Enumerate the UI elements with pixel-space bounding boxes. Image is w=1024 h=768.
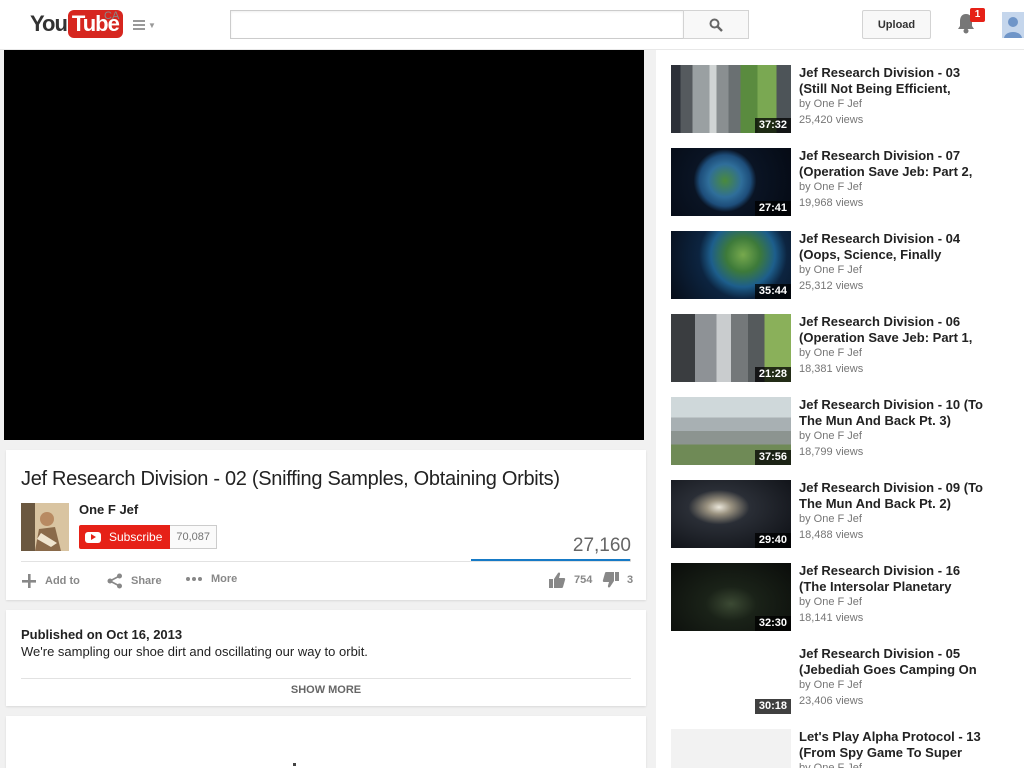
youtube-play-icon: [85, 531, 101, 543]
related-video-item[interactable]: 37:56 Jef Research Division - 10 (To The …: [671, 397, 1011, 467]
related-video-title[interactable]: Jef Research Division - 16 (The Intersol…: [799, 563, 989, 595]
more-dots-icon: [186, 577, 202, 581]
show-more-button[interactable]: SHOW MORE: [6, 684, 646, 696]
related-video-channel: by One F Jef: [799, 98, 862, 110]
upload-button[interactable]: Upload: [862, 10, 931, 39]
related-video-title[interactable]: Jef Research Division - 06 (Operation Sa…: [799, 314, 989, 346]
related-video-item[interactable]: 32:30 Jef Research Division - 16 (The Int…: [671, 563, 1011, 633]
related-video-views: 25,420 views: [799, 114, 864, 126]
video-thumbnail[interactable]: 35:44: [671, 231, 791, 299]
subscribe-widget: Subscribe 70,087: [79, 525, 218, 549]
comments-card: [6, 716, 646, 768]
related-video-item[interactable]: 30:18 Jef Research Division - 05 (Jebedia…: [671, 646, 1011, 716]
user-icon: [1002, 12, 1024, 38]
related-videos-sidebar: 37:32 Jef Research Division - 03 (Still N…: [656, 50, 1024, 768]
related-video-title[interactable]: Jef Research Division - 03 (Still Not Be…: [799, 65, 989, 97]
video-title: Jef Research Division - 02 (Sniffing Sam…: [21, 468, 560, 490]
related-video-channel: by One F Jef: [799, 596, 862, 608]
video-duration: 30:18: [754, 699, 791, 714]
like-button[interactable]: 754: [548, 571, 592, 589]
search-input[interactable]: [230, 10, 684, 39]
description-text: We're sampling our shoe dirt and oscilla…: [21, 644, 368, 659]
related-video-title[interactable]: Jef Research Division - 09 (To The Mun A…: [799, 480, 989, 512]
related-video-channel: by One F Jef: [799, 430, 862, 442]
subscribe-button[interactable]: Subscribe: [79, 525, 171, 549]
related-video-views: 18,141 views: [799, 612, 864, 624]
related-video-item[interactable]: Let's Play Alpha Protocol - 13 (From Spy…: [671, 729, 1011, 768]
video-thumbnail[interactable]: 32:30: [671, 563, 791, 631]
related-video-item[interactable]: 27:41 Jef Research Division - 07 (Operati…: [671, 148, 1011, 218]
related-video-title[interactable]: Jef Research Division - 10 (To The Mun A…: [799, 397, 989, 429]
related-video-views: 19,968 views: [799, 197, 864, 209]
search-icon: [709, 18, 723, 32]
logo-you: You: [30, 11, 68, 36]
video-duration: 21:28: [754, 367, 791, 382]
video-player[interactable]: [4, 50, 644, 440]
related-video-channel: by One F Jef: [799, 181, 862, 193]
related-video-channel: by One F Jef: [799, 679, 862, 691]
related-video-item[interactable]: 35:44 Jef Research Division - 04 (Oops, S…: [671, 231, 1011, 301]
video-duration: 35:44: [754, 284, 791, 299]
thumbs-up-icon: [549, 572, 566, 588]
notification-badge: 1: [970, 8, 985, 22]
divider: [21, 561, 631, 562]
related-video-item[interactable]: 37:32 Jef Research Division - 03 (Still N…: [671, 65, 1011, 135]
video-info-card: Jef Research Division - 02 (Sniffing Sam…: [6, 450, 646, 600]
guide-menu-icon[interactable]: ▼: [133, 18, 157, 32]
more-button[interactable]: More: [185, 573, 237, 585]
related-video-item[interactable]: 21:28 Jef Research Division - 06 (Operati…: [671, 314, 1011, 384]
related-video-views: 18,381 views: [799, 363, 864, 375]
related-video-item[interactable]: 29:40 Jef Research Division - 09 (To The …: [671, 480, 1011, 550]
related-video-channel: by One F Jef: [799, 347, 862, 359]
loading-indicator: [293, 763, 296, 766]
add-to-label: Add to: [45, 575, 80, 587]
video-thumbnail[interactable]: [671, 729, 791, 768]
video-thumbnail[interactable]: 30:18: [671, 646, 791, 714]
thumbs-down-icon: [602, 572, 619, 588]
video-duration: 32:30: [754, 616, 791, 631]
video-thumbnail[interactable]: 37:32: [671, 65, 791, 133]
related-video-channel: by One F Jef: [799, 762, 862, 768]
related-video-channel: by One F Jef: [799, 513, 862, 525]
masthead: You Tube CA ▼ Upload 1: [0, 0, 1024, 50]
share-label: Share: [131, 575, 162, 587]
related-video-title[interactable]: Jef Research Division - 04 (Oops, Scienc…: [799, 231, 989, 263]
related-video-views: 18,488 views: [799, 529, 864, 541]
search-button[interactable]: [683, 10, 749, 39]
subscribe-label: Subscribe: [109, 530, 163, 544]
add-to-button[interactable]: Add to: [21, 573, 80, 589]
view-count: 27,160: [572, 535, 631, 556]
video-thumbnail[interactable]: 37:56: [671, 397, 791, 465]
video-duration: 27:41: [754, 201, 791, 216]
video-duration: 29:40: [754, 533, 791, 548]
related-video-title[interactable]: Jef Research Division - 05 (Jebediah Goe…: [799, 646, 989, 678]
divider: [21, 678, 631, 679]
dislike-count: 3: [627, 574, 634, 586]
channel-name[interactable]: One F Jef: [79, 502, 138, 517]
plus-icon: [22, 574, 36, 588]
video-duration: 37:56: [754, 450, 791, 465]
description-card: Published on Oct 16, 2013 We're sampling…: [6, 610, 646, 706]
channel-avatar-image: [21, 503, 69, 551]
related-video-title[interactable]: Jef Research Division - 07 (Operation Sa…: [799, 148, 989, 180]
related-video-views: 18,799 views: [799, 446, 864, 458]
like-count: 754: [574, 574, 593, 586]
share-icon: [107, 573, 122, 589]
video-duration: 37:32: [754, 118, 791, 133]
related-video-channel: by One F Jef: [799, 264, 862, 276]
dislike-button[interactable]: 3: [602, 571, 633, 589]
account-avatar[interactable]: [1002, 12, 1024, 38]
channel-avatar[interactable]: [21, 503, 69, 551]
share-button[interactable]: Share: [107, 573, 162, 589]
video-thumbnail[interactable]: 29:40: [671, 480, 791, 548]
region-label: CA: [104, 10, 120, 22]
video-thumbnail[interactable]: 21:28: [671, 314, 791, 382]
video-thumbnail[interactable]: 27:41: [671, 148, 791, 216]
published-date: Published on Oct 16, 2013: [21, 627, 183, 642]
more-label: More: [211, 573, 238, 585]
related-video-views: 25,312 views: [799, 280, 864, 292]
subscriber-count: 70,087: [170, 525, 218, 549]
related-video-views: 23,406 views: [799, 695, 864, 707]
related-video-title[interactable]: Let's Play Alpha Protocol - 13 (From Spy…: [799, 729, 989, 761]
